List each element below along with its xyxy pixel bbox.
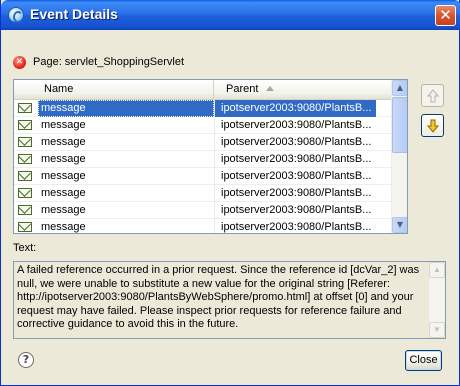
cell-name: message (41, 170, 86, 182)
table-row[interactable]: message ipotserver2003:9080/PlantsB... (14, 134, 392, 151)
cell-name: message (41, 119, 86, 131)
table-row[interactable]: message ipotserver2003:9080/PlantsB... (14, 168, 392, 185)
sort-ascending-icon (266, 86, 275, 91)
cell-parent: ipotserver2003:9080/PlantsB... (214, 100, 376, 117)
cell-parent: ipotserver2003:9080/PlantsB... (214, 202, 376, 219)
envelope-icon (18, 188, 32, 198)
arrow-up-icon (427, 89, 439, 103)
scroll-up-button[interactable]: ▲ (392, 80, 407, 96)
table-row[interactable]: message ipotserver2003:9080/PlantsB... (14, 185, 392, 202)
scroll-down-button[interactable]: ▼ (392, 217, 407, 233)
table-vertical-scrollbar[interactable]: ▲ ▼ (391, 80, 407, 233)
column-header-parent[interactable]: Parent (214, 80, 392, 100)
text-scroll-up-button[interactable]: ▲ (429, 262, 445, 278)
title-bar[interactable]: Event Details ✕ (1, 0, 460, 30)
scrollbar-thumb[interactable] (392, 97, 407, 153)
close-button[interactable]: Close (405, 350, 442, 371)
cell-name: message (41, 136, 86, 148)
cell-name: message (41, 187, 86, 199)
cell-parent: ipotserver2003:9080/PlantsB... (214, 168, 376, 185)
details-text-area[interactable]: A failed reference occurred in a prior r… (13, 261, 446, 339)
event-details-dialog: Event Details ✕ ✕ Page: servlet_Shopping… (0, 0, 460, 386)
table-row[interactable]: message ipotserver2003:9080/PlantsB... (14, 151, 392, 168)
app-icon (8, 7, 24, 23)
table-row[interactable]: message ipotserver2003:9080/PlantsB... (14, 202, 392, 219)
envelope-icon (18, 222, 32, 232)
window-close-button[interactable]: ✕ (435, 5, 456, 26)
cell-parent: ipotserver2003:9080/PlantsB... (214, 219, 376, 233)
envelope-icon (18, 137, 32, 147)
move-down-button[interactable] (421, 114, 444, 137)
text-label: Text: (13, 242, 37, 254)
envelope-icon (18, 154, 32, 164)
help-button[interactable]: ? (18, 352, 34, 368)
error-icon: ✕ (13, 56, 26, 69)
cell-parent: ipotserver2003:9080/PlantsB... (214, 151, 376, 168)
table-row[interactable]: message ipotserver2003:9080/PlantsB... (14, 100, 392, 117)
cell-parent: ipotserver2003:9080/PlantsB... (214, 134, 376, 151)
cell-name: message (41, 204, 86, 216)
page-label: Page: servlet_ShoppingServlet (33, 56, 185, 68)
events-table[interactable]: Name Parent message ipotserver2003:9080/P… (13, 79, 408, 234)
cell-name: message (41, 153, 86, 165)
column-header-name[interactable]: Name (14, 80, 214, 100)
table-header: Name Parent (14, 80, 392, 100)
details-text: A failed reference occurred in a prior r… (17, 264, 420, 331)
table-body: message ipotserver2003:9080/PlantsB... mes… (14, 100, 392, 233)
move-up-button[interactable] (421, 84, 444, 107)
cell-name: message (41, 221, 86, 233)
arrow-down-icon (427, 119, 439, 133)
window-title: Event Details (30, 6, 118, 22)
column-header-name-label: Name (44, 83, 74, 95)
text-scroll-down-button[interactable]: ▼ (429, 322, 445, 338)
cell-parent: ipotserver2003:9080/PlantsB... (214, 117, 376, 134)
envelope-icon (18, 103, 32, 113)
cell-parent: ipotserver2003:9080/PlantsB... (214, 185, 376, 202)
table-row[interactable]: message ipotserver2003:9080/PlantsB... (14, 117, 392, 134)
envelope-icon (18, 120, 32, 130)
text-vertical-scrollbar[interactable]: ▲ ▼ (429, 262, 445, 338)
envelope-icon (18, 171, 32, 181)
cell-name: message (38, 100, 214, 117)
table-row[interactable]: message ipotserver2003:9080/PlantsB... (14, 219, 392, 233)
column-header-parent-label: Parent (226, 83, 259, 95)
envelope-icon (18, 205, 32, 215)
